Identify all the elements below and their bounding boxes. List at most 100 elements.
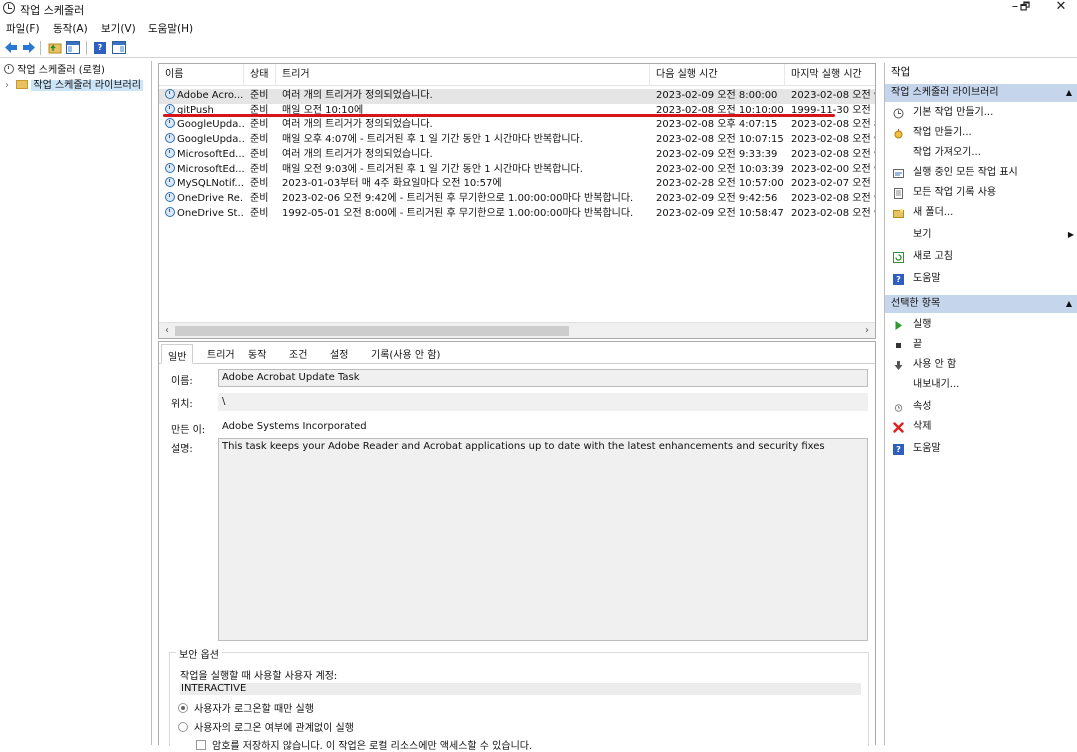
cell-text: 준비 [250,192,269,204]
table-row[interactable]: OneDrive Re... 준비 2023-02-06 오전 9:42에 - 트리… [159,191,875,207]
table-row[interactable]: MySQLNotif... 준비 2023-01-03부터 매 4주 화요일마다 오… [159,177,875,192]
tab-settings[interactable]: 설정 [330,346,348,362]
column-header-next-run[interactable]: 다음 실행 시간 [650,64,785,86]
table-row[interactable]: MicrosoftEd... 준비 매일 오전 9:03에 - 트리거된 후 1 일… [159,162,875,178]
action-export[interactable]: 내보내기... [885,375,1077,395]
help-icon[interactable]: ? [94,42,106,54]
collapse-triangle-icon[interactable]: ▲ [1066,295,1072,313]
menu-file[interactable]: 파일(F) [6,21,40,36]
action-end[interactable]: 끝 [885,335,1077,355]
cell-text: 2023-02-00 오전 10:03:39 [656,163,784,175]
column-header-trigger[interactable]: 트리거 [276,64,650,86]
table-row[interactable]: MicrosoftEd... 준비 여러 개의 트리거가 정의되었습니다. 2023-… [159,147,875,163]
cell-last-run: 2023-02-00 오전 9 [785,163,875,178]
name-field[interactable]: Adobe Acrobat Update Task [218,369,868,387]
scrollbar-thumb[interactable] [175,326,569,336]
folder-icon [16,80,29,89]
action-help-selected[interactable]: ? 도움말 [885,439,1077,459]
action-label: 실행 [913,319,932,330]
maximize-button[interactable]: 🗗 [1010,0,1040,16]
cell-next-run: 2023-02-09 오전 10:58:47 [650,207,785,222]
table-row[interactable]: OneDrive St... 준비 1992-05-01 오전 8:00에 - 트리… [159,206,875,222]
cell-text: 2023-02-08 오전 10:07:15 [656,134,784,146]
actions-section-library[interactable]: 작업 스케줄러 라이브러리 ▲ [885,84,1077,102]
toolbar-separator [86,41,87,55]
radio-icon[interactable] [178,722,188,732]
name-label: 이름: [171,376,193,387]
radio-icon[interactable] [178,703,188,713]
tab-history[interactable]: 기록(사용 안 함) [371,346,440,362]
author-label: 만든 이: [171,425,206,436]
tree-item-label: 작업 스케줄러 라이브러리 [31,80,143,91]
section-title: 선택한 항목 [891,298,941,309]
table-row[interactable]: GoogleUpda... 준비 여러 개의 트리거가 정의되었습니다. 2023-0… [159,118,875,133]
menu-view[interactable]: 보기(V) [101,21,136,36]
cell-text: 준비 [250,90,269,101]
tab-general[interactable]: 일반 [161,344,194,364]
column-header-status[interactable]: 상태 [244,64,276,86]
task-clock-icon [165,162,175,173]
cell-status: 준비 [244,118,276,133]
action-label: 삭제 [913,421,932,432]
tab-triggers[interactable]: 트리거 [207,346,235,362]
tree-item-root[interactable]: 작업 스케줄러 (로컬) [4,64,105,78]
close-button[interactable]: ✕ [1046,0,1076,16]
menu-help[interactable]: 도움말(H) [148,21,193,36]
action-create-task[interactable]: 작업 만들기... [885,123,1077,143]
action-new-folder[interactable]: 새 폴더... [885,203,1077,223]
cell-name: GoogleUpda... [159,118,244,133]
task-details-pane: 일반 트리거 동작 조건 설정 기록(사용 안 함) 이름: Adobe Acr… [158,341,876,752]
author-field[interactable]: Adobe Systems Incorporated [218,418,868,436]
cell-next-run: 2023-02-00 오전 10:03:39 [650,163,785,178]
tab-actions[interactable]: 동작 [248,346,266,362]
action-run[interactable]: 실행 [885,315,1077,335]
action-display-running-tasks[interactable]: 실행 중인 모든 작업 표시 [885,163,1077,183]
cell-status: 준비 [244,177,276,192]
cell-text: 2023-02-08 오전 9 [791,134,876,146]
forward-arrow-icon[interactable] [22,41,36,54]
tree-item-library[interactable]: › 작업 스케줄러 라이브러리 [5,79,143,93]
delete-x-icon [893,422,904,433]
actions-section-selected-item[interactable]: 선택한 항목 ▲ [885,295,1077,313]
folder-up-icon[interactable] [48,41,62,54]
action-import-task[interactable]: 작업 가져오기... [885,143,1077,163]
chevron-right-icon[interactable]: › [5,80,9,91]
column-header-name[interactable]: 이름 [159,64,244,86]
cell-name: OneDrive Re... [159,191,244,207]
help-icon: ? [893,444,904,455]
cell-text: 준비 [250,178,269,190]
action-label: 사용 안 함 [913,359,957,370]
action-enable-all-tasks-history[interactable]: 모든 작업 기록 사용 [885,183,1077,203]
cell-text: 2023-02-09 오전 9:33:39 [656,148,778,160]
scroll-left-arrow-icon[interactable]: ‹ [160,324,174,338]
window-title: 작업 스케줄러 [20,4,85,17]
action-properties[interactable]: 속성 [885,397,1077,417]
show-hide-action-pane-icon[interactable] [112,41,126,54]
collapse-triangle-icon[interactable]: ▲ [1066,84,1072,102]
checkbox-icon[interactable] [196,740,206,750]
back-arrow-icon[interactable] [4,41,18,54]
cell-text: 매일 오후 4:07에 - 트리거된 후 1 일 기간 동안 1 시간마다 반복… [282,134,583,146]
cell-text: 준비 [250,207,269,219]
cell-text: 준비 [250,119,269,131]
show-hide-console-tree-icon[interactable] [66,41,80,54]
action-disable[interactable]: 사용 안 함 [885,355,1077,375]
action-delete[interactable]: 삭제 [885,417,1077,437]
action-create-basic-task[interactable]: 기본 작업 만들기... [885,103,1077,123]
column-header-last-run[interactable]: 마지막 실행 시간 [785,64,875,86]
description-field[interactable]: This task keeps your Adobe Reader and Ac… [218,438,868,641]
horizontal-scrollbar[interactable]: ‹ › [159,322,875,338]
tab-conditions[interactable]: 조건 [289,346,307,362]
location-field[interactable]: \ [218,393,868,411]
radio-whether-logged-on[interactable]: 사용자의 로그온 여부에 관계없이 실행 [178,719,354,734]
cell-last-run: 2023-02-08 오전 9: [785,89,875,104]
action-refresh[interactable]: 새로 고침 [885,247,1077,267]
radio-logged-on-only[interactable]: 사용자가 로그온할 때만 실행 [178,700,314,715]
table-row[interactable]: GoogleUpda... 준비 매일 오후 4:07에 - 트리거된 후 1 일 … [159,133,876,148]
action-label: 새로 고침 [913,251,953,262]
action-view[interactable]: 보기 ▶ [885,225,1077,245]
scroll-right-arrow-icon[interactable]: › [860,324,874,338]
action-help[interactable]: ? 도움말 [885,269,1077,289]
menu-action[interactable]: 동작(A) [53,21,88,36]
table-row[interactable]: Adobe Acro... 준비 여러 개의 트리거가 정의되었습니다. 2023-0… [159,89,875,104]
